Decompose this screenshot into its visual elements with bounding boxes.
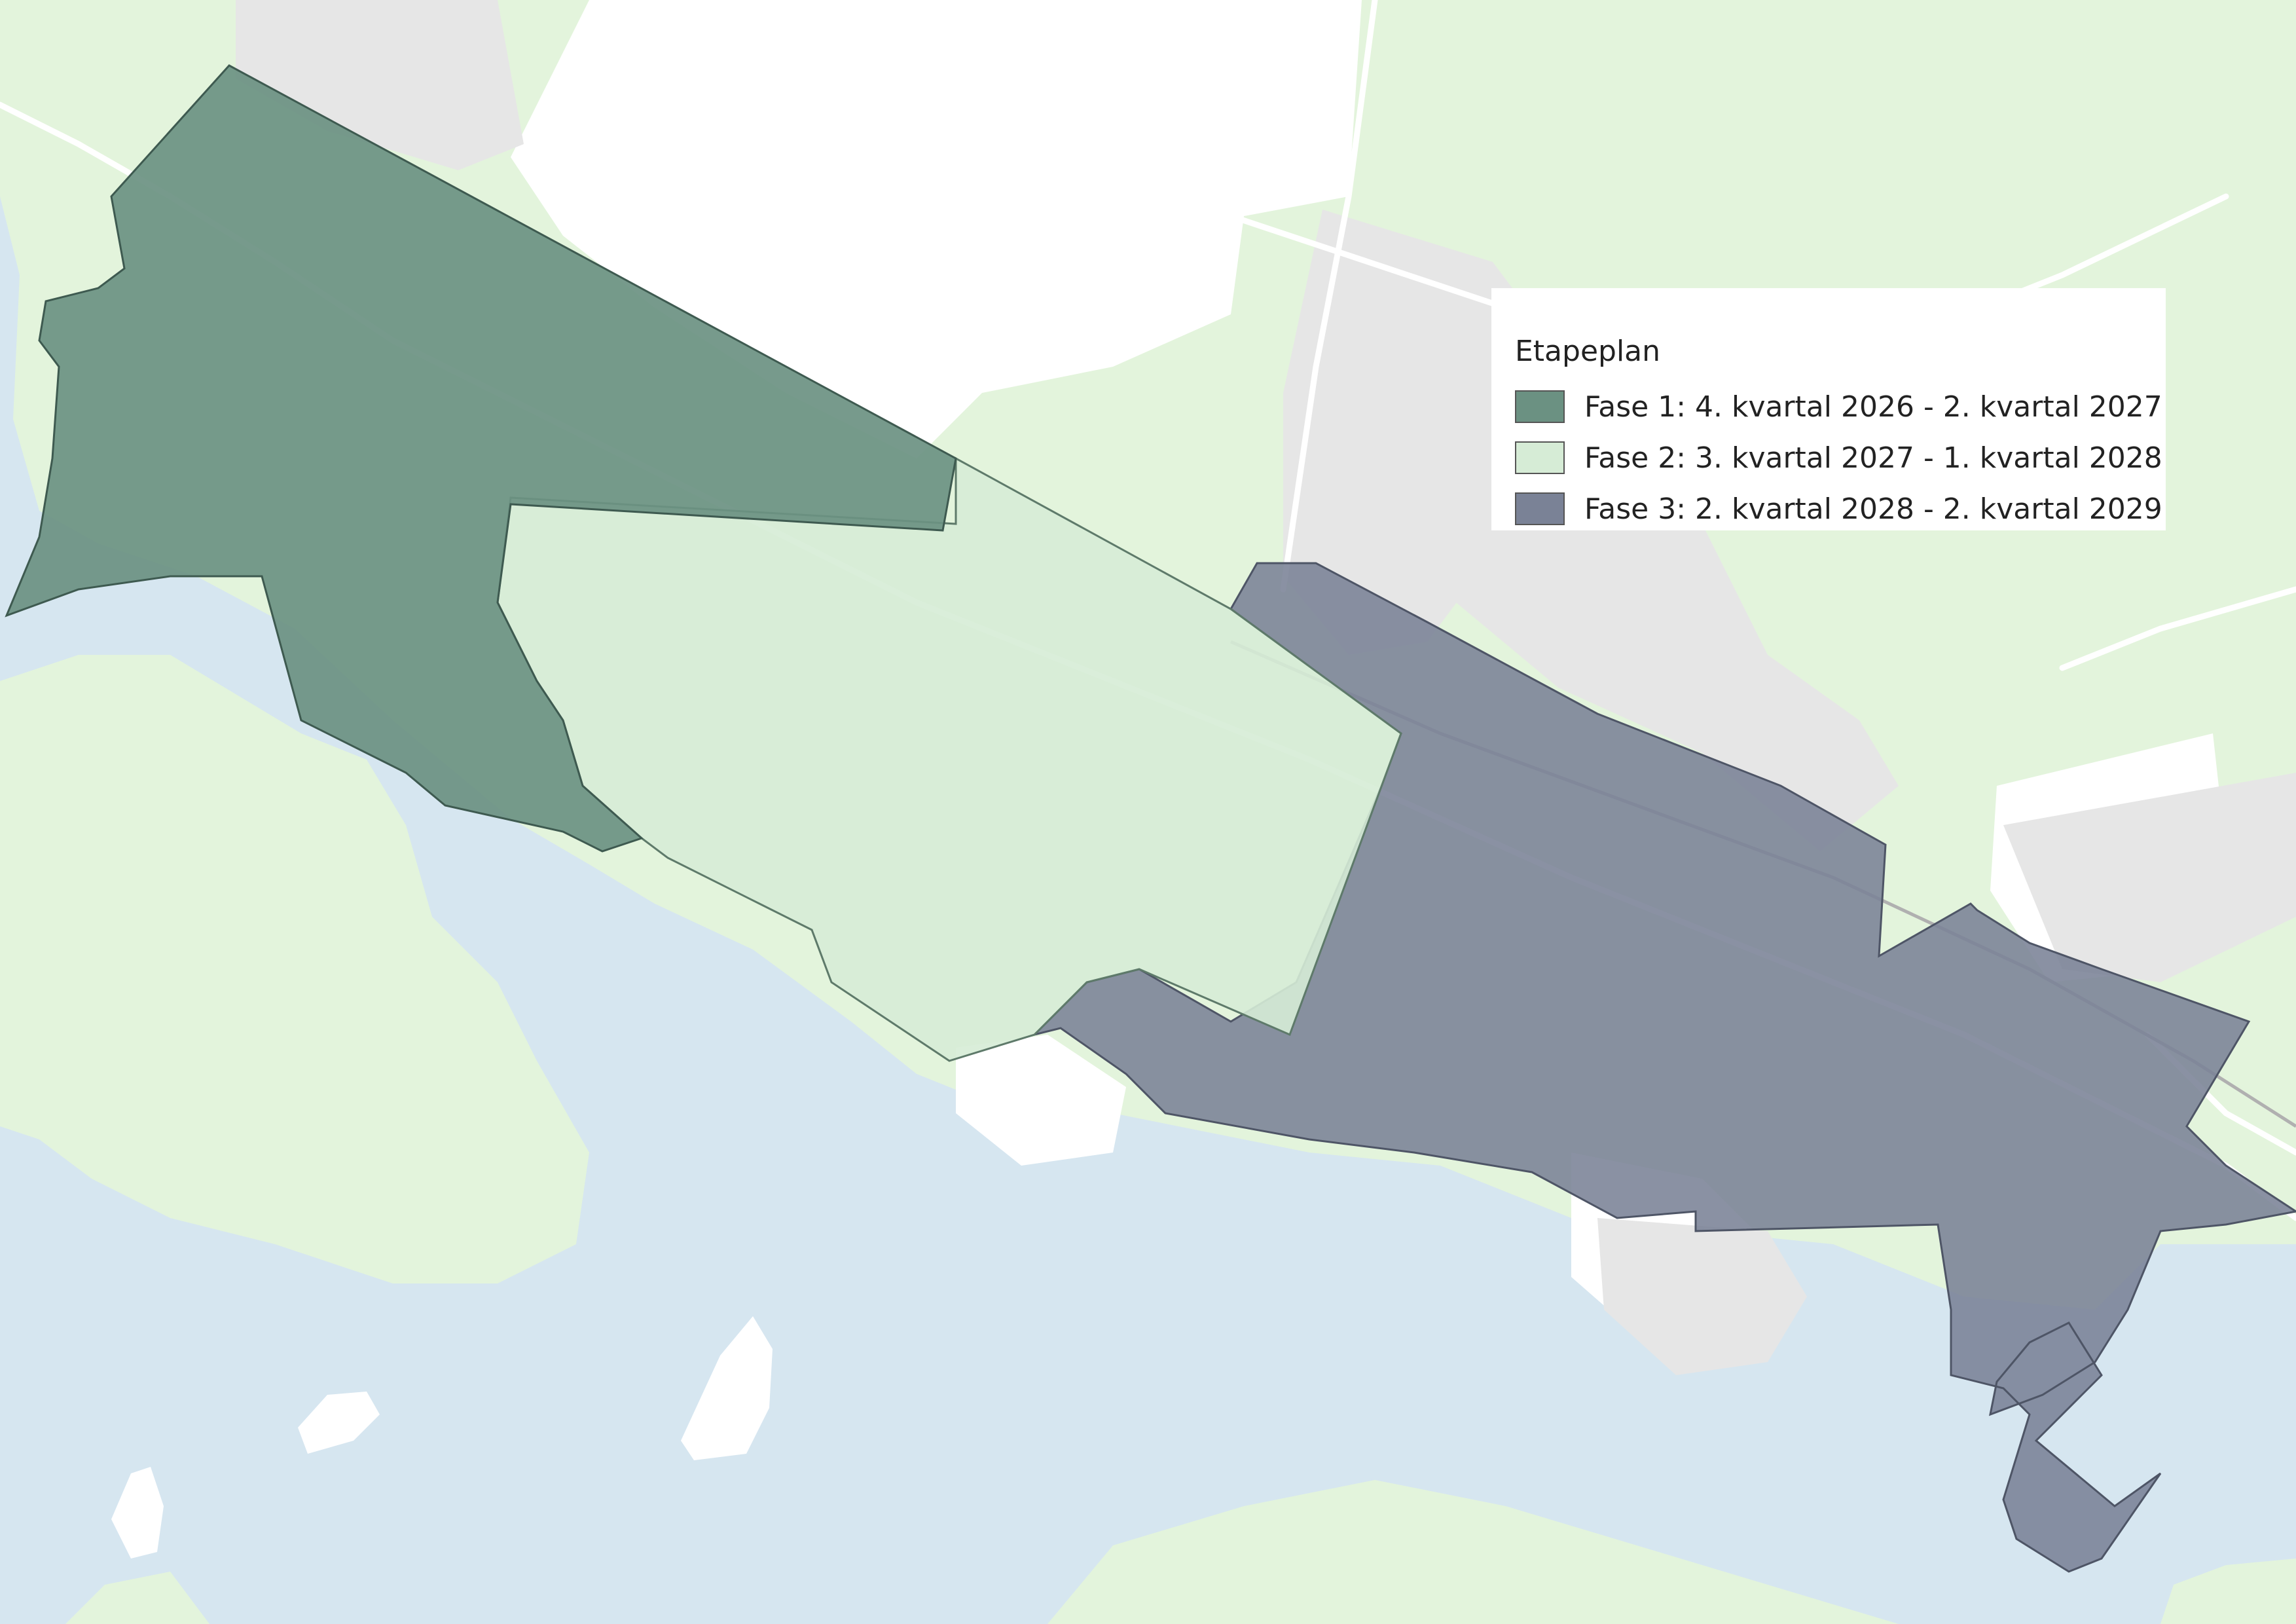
legend-item-phase-1: Fase 1: 4. kvartal 2026 - 2. kvartal 202… — [1515, 381, 2166, 432]
legend-label-phase-2: Fase 2: 3. kvartal 2027 - 1. kvartal 202… — [1584, 441, 2162, 475]
map-canvas[interactable] — [0, 0, 2296, 1624]
legend-swatch-phase-1 — [1515, 390, 1565, 423]
legend-item-phase-2: Fase 2: 3. kvartal 2027 - 1. kvartal 202… — [1515, 432, 2166, 483]
legend-swatch-phase-2 — [1515, 441, 1565, 474]
legend: Etapeplan Fase 1: 4. kvartal 2026 - 2. k… — [1491, 288, 2166, 530]
legend-title: Etapeplan — [1515, 335, 1661, 368]
legend-label-phase-3: Fase 3: 2. kvartal 2028 - 2. kvartal 202… — [1584, 492, 2162, 526]
legend-label-phase-1: Fase 1: 4. kvartal 2026 - 2. kvartal 202… — [1584, 390, 2162, 424]
legend-item-phase-3: Fase 3: 2. kvartal 2028 - 2. kvartal 202… — [1515, 483, 2166, 534]
legend-swatch-phase-3 — [1515, 492, 1565, 525]
